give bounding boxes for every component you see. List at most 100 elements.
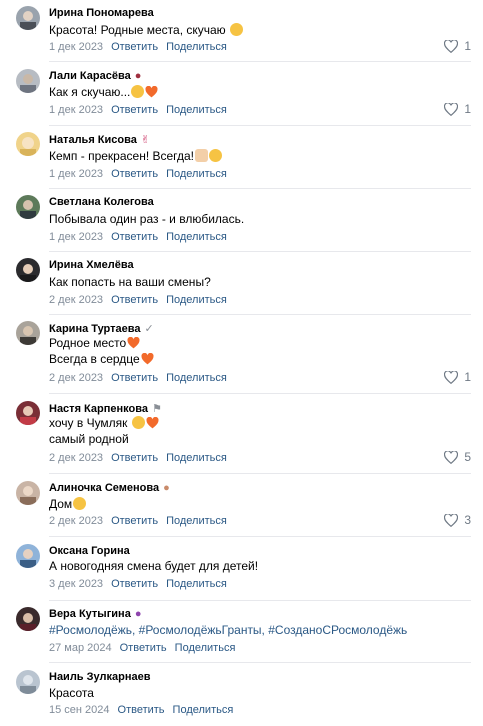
comment-item: Алиночка Семенова ● Дом 2 дек 2023 Ответит… (0, 475, 483, 538)
heart-outline-icon (444, 513, 459, 527)
thumbs-up-icon (195, 149, 209, 162)
comment-text-line: Всегда в сердце (49, 351, 154, 367)
comment-author[interactable]: Наиль Зулкарнаев (49, 671, 150, 683)
avatar[interactable] (16, 321, 40, 345)
reply-link[interactable]: Ответить (111, 41, 158, 53)
comment-author: Лали Карасёва ● (49, 70, 141, 82)
divider (49, 393, 471, 394)
reply-link[interactable]: Ответить (111, 104, 158, 116)
comment-date[interactable]: 1 дек 2023 (49, 41, 103, 53)
reply-link[interactable]: Ответить (111, 231, 158, 243)
crying-emoji-icon (131, 416, 145, 429)
avatar[interactable] (16, 481, 40, 505)
share-link[interactable]: Поделиться (166, 104, 227, 116)
comment-meta: 1 дек 2023 Ответить Поделиться (49, 41, 235, 53)
reply-link[interactable]: Ответить (111, 372, 158, 384)
avatar[interactable] (16, 544, 40, 568)
like-button[interactable]: 3 (444, 513, 471, 527)
comment-date[interactable]: 15 сен 2024 (49, 704, 110, 716)
share-link[interactable]: Поделиться (166, 41, 227, 53)
heart-emoji-icon (127, 337, 140, 349)
hashtags-text[interactable]: #Росмолодёжь, #РосмолодёжьГранты, #Созда… (49, 622, 407, 638)
like-count: 3 (464, 513, 471, 527)
reply-link[interactable]: Ответить (111, 168, 158, 180)
comment-date[interactable]: 1 дек 2023 (49, 104, 103, 116)
reply-link[interactable]: Ответить (120, 642, 167, 654)
avatar[interactable] (16, 132, 40, 156)
like-button[interactable]: 5 (444, 450, 471, 464)
comment-date[interactable]: 1 дек 2023 (49, 168, 103, 180)
share-link[interactable]: Поделиться (166, 372, 227, 384)
comment-text: Как попасть на ваши смены? (49, 275, 211, 289)
author-name[interactable]: Алиночка Семенова (49, 482, 159, 494)
heart-outline-icon (444, 102, 459, 116)
comment-text: Родное место (49, 335, 140, 351)
comment-date[interactable]: 2 дек 2023 (49, 452, 103, 464)
avatar[interactable] (16, 670, 40, 694)
comment-meta: 2 дек 2023 Ответить Поделиться (49, 372, 235, 384)
cake-icon: ● (134, 70, 142, 82)
divider (49, 61, 471, 62)
comment-meta: 15 сен 2024 Ответить Поделиться (49, 704, 241, 716)
heart-eyes-emoji-icon (209, 149, 223, 162)
comment-item: Наиль Зулкарнаев Красота 15 сен 2024 Отве… (0, 664, 483, 726)
comment-meta: 1 дек 2023 Ответить Поделиться (49, 231, 235, 243)
comment-author[interactable]: Ирина Хмелёва (49, 259, 134, 271)
share-link[interactable]: Поделиться (166, 231, 227, 243)
author-name[interactable]: Настя Карпенкова (49, 403, 148, 415)
reply-link[interactable]: Ответить (111, 515, 158, 527)
like-button[interactable]: 1 (444, 102, 471, 116)
heart-outline-icon (444, 450, 459, 464)
comment-text-line: самый родной (49, 432, 129, 446)
comment-author[interactable]: Светлана Колегова (49, 196, 154, 208)
share-link[interactable]: Поделиться (166, 168, 227, 180)
comment-author[interactable]: Оксана Горина (49, 545, 130, 557)
avatar[interactable] (16, 607, 40, 631)
comment-date[interactable]: 3 дек 2023 (49, 578, 103, 590)
share-link[interactable]: Поделиться (166, 578, 227, 590)
author-name[interactable]: Лали Карасёва (49, 70, 131, 82)
comment-date[interactable]: 27 мар 2024 (49, 642, 112, 654)
comment-author: Вера Кутыгина ● (49, 608, 141, 620)
share-link[interactable]: Поделиться (173, 704, 234, 716)
avatar[interactable] (16, 401, 40, 425)
avatar[interactable] (16, 258, 40, 282)
divider (49, 662, 471, 663)
comment-text: А новогодняя смена будет для детей! (49, 559, 259, 573)
comment-meta: 2 дек 2023 Ответить Поделиться (49, 294, 235, 306)
share-link[interactable]: Поделиться (175, 642, 236, 654)
avatar[interactable] (16, 195, 40, 219)
author-name[interactable]: Наталья Кисова (49, 134, 137, 146)
comment-author: Алиночка Семенова ● (49, 482, 170, 494)
reply-link[interactable]: Ответить (111, 578, 158, 590)
paw-icon: ● (163, 482, 170, 494)
victory-hand-icon: ✌ (140, 134, 151, 146)
smiling-hearts-emoji-icon (73, 497, 87, 510)
comment-text: Кемп - прекрасен! Всегда! (49, 148, 223, 164)
heart-outline-icon (444, 39, 459, 53)
share-link[interactable]: Поделиться (166, 452, 227, 464)
verified-check-icon: ✓ (144, 323, 154, 335)
reply-link[interactable]: Ответить (118, 704, 165, 716)
comment-date[interactable]: 1 дек 2023 (49, 231, 103, 243)
comment-date[interactable]: 2 дек 2023 (49, 372, 103, 384)
avatar[interactable] (16, 69, 40, 93)
author-name[interactable]: Карина Туртаева (49, 323, 140, 335)
comment-meta: 1 дек 2023 Ответить Поделиться (49, 104, 235, 116)
share-link[interactable]: Поделиться (166, 515, 227, 527)
author-name[interactable]: Вера Кутыгина (49, 608, 131, 620)
avatar[interactable] (16, 6, 40, 30)
like-button[interactable]: 1 (444, 370, 471, 384)
share-link[interactable]: Поделиться (166, 294, 227, 306)
comment-text: Дом (49, 496, 87, 512)
comment-date[interactable]: 2 дек 2023 (49, 294, 103, 306)
comment-author[interactable]: Ирина Пономарева (49, 7, 154, 19)
divider (49, 473, 471, 474)
reply-link[interactable]: Ответить (111, 294, 158, 306)
comment-item: Настя Карпенкова ⚑ хочу в Чумляк самый ро… (0, 395, 483, 475)
reply-link[interactable]: Ответить (111, 452, 158, 464)
comment-date[interactable]: 2 дек 2023 (49, 515, 103, 527)
comment-item: Вера Кутыгина ● #Росмолодёжь, #Росмолодёж… (0, 601, 483, 664)
comment-text: Красота (49, 686, 94, 700)
like-button[interactable]: 1 (444, 39, 471, 53)
